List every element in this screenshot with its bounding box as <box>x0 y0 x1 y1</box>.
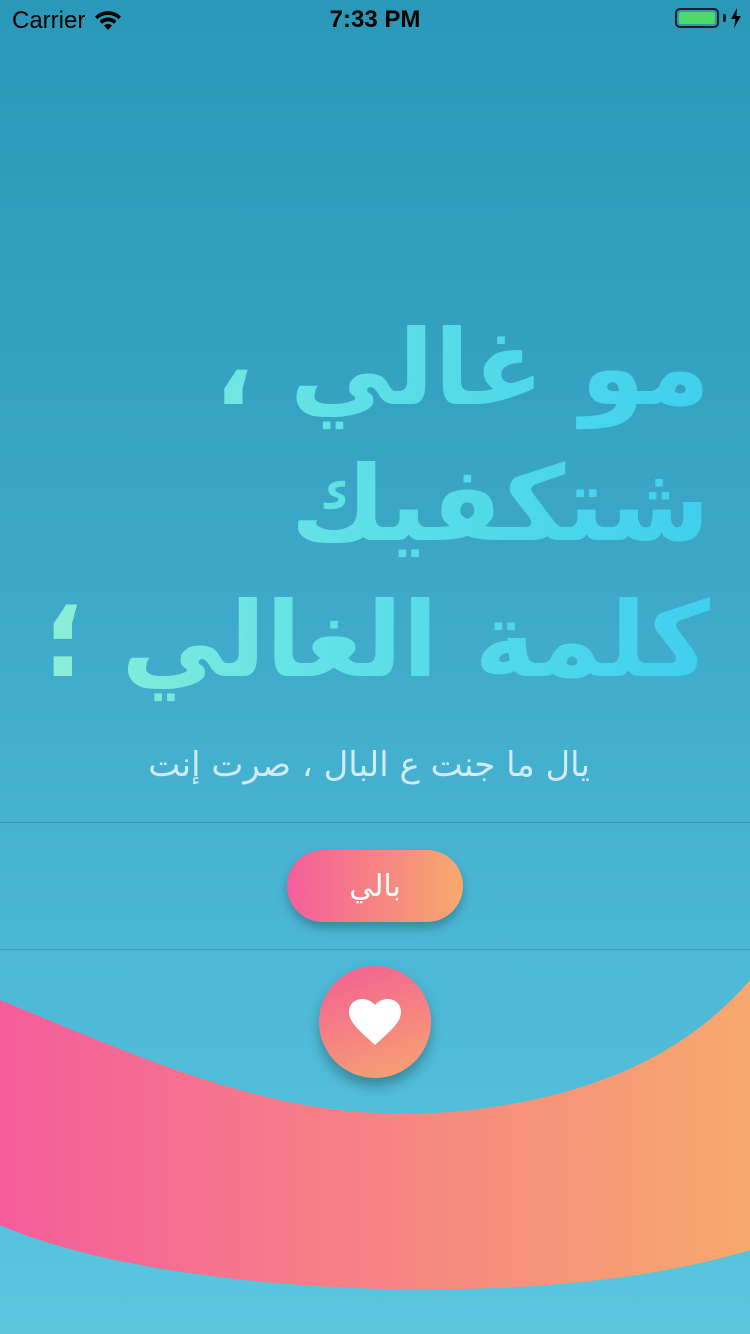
headline-line-3: كلمة الغالي ؛ <box>43 579 710 701</box>
headline-line-2: شتكفيك <box>290 443 710 565</box>
divider-top <box>0 822 750 823</box>
subtitle: يال ما جنت ع البال ، صرت إنت <box>148 745 590 785</box>
heart-button[interactable] <box>319 966 431 1078</box>
charging-bolt-icon <box>731 8 741 28</box>
battery <box>675 8 742 28</box>
battery-tip <box>723 14 726 22</box>
divider-bottom <box>0 949 750 950</box>
bali-button[interactable]: بالي <box>287 850 463 922</box>
headline-line-1: مو غالي ، <box>214 307 710 429</box>
battery-fill <box>679 12 715 24</box>
clock: 7:33 PM <box>329 6 421 33</box>
battery-icon <box>675 8 719 28</box>
status-bar: Carrier 7:33 PM <box>0 0 750 40</box>
headline: مو غالي ، شتكفيك كلمة الغالي ؛ <box>30 300 710 708</box>
heart-icon <box>349 999 401 1045</box>
